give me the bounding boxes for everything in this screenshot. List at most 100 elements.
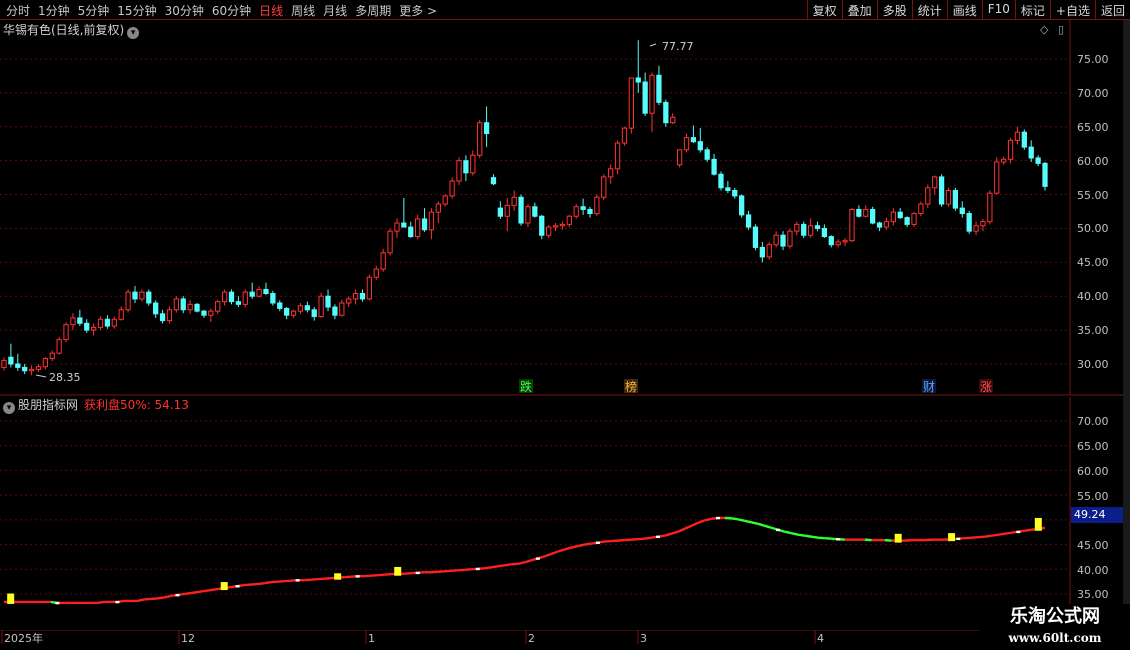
candle-body-down [1021, 131, 1027, 148]
event-badge-fall[interactable]: 跌 [520, 379, 532, 394]
candle-body-down [718, 173, 724, 189]
draw-line-button[interactable]: 画线 [946, 0, 982, 20]
candle-body-up [339, 302, 345, 316]
indicator-segment [998, 532, 1006, 536]
overlay-button[interactable]: 叠加 [841, 0, 877, 20]
indicator-segment [544, 552, 552, 558]
indicator-segment [664, 532, 672, 537]
candle-body-down [401, 222, 407, 228]
candle-body-up [111, 318, 117, 327]
indicator-dot [956, 537, 961, 541]
indicator-segment [157, 596, 165, 600]
candle-body-up [683, 137, 690, 151]
candle-body-down [959, 207, 965, 215]
indicator-grid [0, 420, 1070, 595]
restore-rights-button[interactable]: 复权 [806, 0, 842, 20]
candle-body-up [994, 161, 1000, 194]
tab-period-intraday[interactable]: 分时 [6, 2, 30, 19]
candle-body-up [456, 160, 462, 182]
indicator-segment [557, 548, 565, 553]
candle-body-up [773, 234, 779, 246]
candle-body-up [1, 360, 7, 368]
indicator-segment [1024, 528, 1032, 532]
indicator-segment [991, 533, 999, 537]
event-badge-rise[interactable]: 涨 [980, 379, 992, 394]
candle-body-up [807, 225, 814, 236]
y-tick-label: 60.00 [1077, 155, 1109, 168]
candle-body-down [780, 234, 786, 247]
candle-body-down [1035, 157, 1041, 164]
y-tick-label: 55.00 [1077, 189, 1109, 202]
event-badge-rank[interactable]: 榜 [625, 379, 637, 394]
candle-body-up [139, 291, 145, 300]
indicator-marker [220, 582, 228, 591]
tab-period-more[interactable]: 更多 > [399, 2, 437, 19]
y-tick-label: 35.00 [1077, 324, 1109, 337]
candle-body-up [525, 206, 531, 224]
event-badge-finance[interactable]: 财 [923, 380, 935, 394]
f10-button[interactable]: F10 [981, 0, 1015, 20]
candle-body-up [980, 221, 986, 227]
candle-body-down [235, 301, 242, 305]
mark-button[interactable]: 标记 [1014, 0, 1050, 20]
tab-period-15min[interactable]: 15分钟 [117, 2, 156, 19]
indicator-segment [697, 519, 706, 524]
candle-body-down [1042, 162, 1048, 187]
candle-body-up [208, 310, 214, 316]
indicator-line [4, 516, 1046, 605]
indicator-segment [811, 535, 819, 539]
indicator-segment [137, 598, 145, 603]
indicator-dot [55, 601, 60, 605]
indicator-current-value-tag: 49.24 [1071, 507, 1123, 523]
tab-period-multi[interactable]: 多周期 [355, 2, 391, 19]
candle-body-down [483, 122, 490, 135]
right-scroll-strip[interactable] [1123, 20, 1130, 630]
indicator-segment [577, 543, 585, 548]
time-axis-label: 4 [817, 632, 824, 645]
candlestick-chart[interactable]: 75.00 70.00 65.00 60.00 55.00 50.00 45.0… [0, 20, 1123, 395]
add-watchlist-button[interactable]: +自选 [1049, 0, 1095, 20]
candle-body-up [49, 352, 55, 360]
back-button[interactable]: 返回 [1094, 0, 1130, 20]
tab-period-weekly[interactable]: 周线 [291, 2, 315, 19]
indicator-segment [183, 591, 192, 596]
indicator-segment [264, 580, 272, 585]
tab-period-monthly[interactable]: 月线 [323, 2, 347, 19]
indicator-marker [948, 533, 956, 542]
candle-body-down [966, 213, 972, 232]
candle-body-down [304, 305, 310, 311]
candle-body-down [228, 291, 235, 303]
time-axis-label: 12 [181, 632, 195, 645]
tab-period-daily[interactable]: 日线 [259, 2, 283, 19]
indicator-segment [490, 565, 498, 569]
candle-body-up [594, 196, 600, 215]
candle-body-down [532, 206, 538, 217]
tab-period-5min[interactable]: 5分钟 [78, 2, 110, 19]
candle-body-up [125, 291, 131, 311]
multi-stock-button[interactable]: 多股 [876, 0, 912, 20]
candle-body-up [504, 204, 510, 217]
candle-body-down [22, 366, 28, 372]
candle-body-up [883, 221, 890, 228]
candle-body-up [242, 291, 248, 305]
indicator-marker [334, 573, 342, 580]
candle-body-up [628, 77, 634, 129]
site-watermark: 乐淘公式网 www.60lt.com [980, 604, 1130, 650]
tab-period-60min[interactable]: 60分钟 [212, 2, 251, 19]
indicator-segment [731, 517, 739, 521]
candle-body-up [849, 208, 855, 242]
indicator-chart[interactable]: 70.00 65.00 60.00 55.00 45.00 40.00 35.0… [0, 397, 1123, 630]
tab-period-1min[interactable]: 1分钟 [38, 2, 70, 19]
candle-body-down [539, 215, 545, 236]
candle-body-down [159, 313, 166, 322]
indicator-segment [670, 530, 679, 535]
candle-body-up [63, 324, 69, 341]
indicator-dot [295, 579, 300, 582]
tab-period-30min[interactable]: 30分钟 [165, 2, 204, 19]
candle-body-up [794, 223, 800, 232]
indicator-markers [7, 517, 1042, 604]
statistics-button[interactable]: 统计 [911, 0, 947, 20]
indicator-dot [595, 541, 600, 544]
candle-body-down [263, 288, 269, 295]
candle-body-up [352, 293, 359, 300]
